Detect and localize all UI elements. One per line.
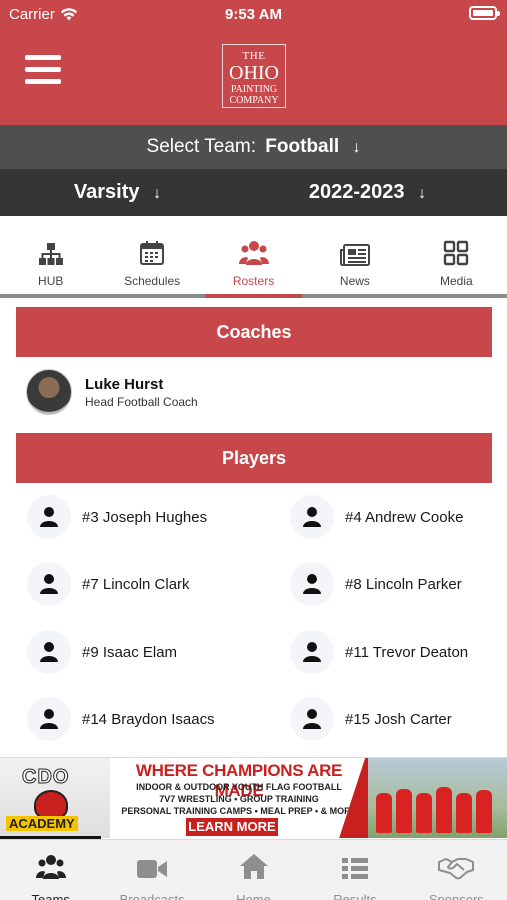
handshake-icon xyxy=(438,858,475,880)
player-item[interactable]: #4 Andrew Cooke xyxy=(290,495,463,539)
person-icon xyxy=(290,495,334,539)
nav-label: Results xyxy=(333,892,377,900)
player-item[interactable]: #9 Isaac Elam xyxy=(27,630,177,674)
tab-label: HUB xyxy=(38,274,64,288)
sponsor-logo[interactable]: THE OHIO PAINTING COMPANY xyxy=(222,44,286,108)
newspaper-icon xyxy=(339,244,370,266)
level-selector-value: Varsity xyxy=(73,181,140,203)
person-icon xyxy=(27,630,71,674)
ad-photo xyxy=(368,758,507,838)
nav-label: Teams xyxy=(31,892,70,900)
person-icon xyxy=(27,495,71,539)
tab-rosters[interactable]: Rosters xyxy=(203,216,304,298)
coach-avatar xyxy=(26,369,72,415)
nav-results[interactable]: Results xyxy=(304,840,405,900)
app-header: Carrier 9:53 AM THE OHIO PAINTING COMPAN… xyxy=(0,0,507,125)
nav-label: Sponsors xyxy=(428,892,484,900)
player-name: #14 Braydon Isaacs xyxy=(82,710,215,728)
player-item[interactable]: #3 Joseph Hughes xyxy=(27,495,207,539)
coach-name: Luke Hurst xyxy=(85,375,164,393)
tab-label: News xyxy=(339,274,370,288)
level-selector[interactable]: Varsity ↓ xyxy=(0,169,235,217)
players-header: Players xyxy=(16,433,492,483)
sponsor-ad-banner[interactable]: CDO ACADEMY WHERE CHAMPIONS ARE MADE IND… xyxy=(0,757,507,838)
player-name: #11 Trevor Deaton xyxy=(345,643,469,661)
calendar-icon xyxy=(140,241,165,265)
ad-brand-sub: ACADEMY xyxy=(6,816,78,831)
team-selector-value: Football xyxy=(265,136,340,157)
player-name: #3 Joseph Hughes xyxy=(82,508,208,526)
player-item[interactable]: #8 Lincoln Parker xyxy=(290,562,462,606)
tab-label: Media xyxy=(439,274,473,288)
home-icon xyxy=(239,854,268,879)
status-bar: Carrier 9:53 AM xyxy=(0,0,507,30)
player-name: #9 Isaac Elam xyxy=(82,643,178,661)
arrow-down-icon: ↓ xyxy=(352,139,361,156)
tab-news[interactable]: News xyxy=(304,216,405,294)
tab-media[interactable]: Media xyxy=(406,216,507,294)
coach-item[interactable]: Luke Hurst Head Football Coach xyxy=(26,367,198,417)
section-tabs: HUB Schedules Rosters News Media xyxy=(0,216,507,298)
season-selector[interactable]: 2022-2023 ↓ xyxy=(250,169,485,217)
ad-logo-art: CDO ACADEMY xyxy=(0,758,110,838)
player-item[interactable]: #11 Trevor Deaton xyxy=(290,630,468,674)
users-icon xyxy=(35,855,66,879)
ad-line: PERSONAL TRAINING CAMPS • MEAL PREP • & … xyxy=(121,806,357,816)
person-icon xyxy=(290,697,334,741)
team-selector-label: Select Team: xyxy=(146,136,257,157)
coaches-header: Coaches xyxy=(16,307,492,357)
ad-line: INDOOR & OUTDOOR YOUTH FLAG FOOTBALL xyxy=(136,782,342,792)
hierarchy-icon xyxy=(38,243,63,265)
video-camera-icon xyxy=(137,860,168,878)
arrow-down-icon: ↓ xyxy=(153,185,162,202)
users-icon xyxy=(238,241,269,265)
tab-schedules[interactable]: Schedules xyxy=(101,216,202,294)
bottom-nav: Teams Broadcasts Home Results Sponsors xyxy=(0,839,507,900)
nav-home[interactable]: Home xyxy=(203,840,304,900)
player-name: #15 Josh Carter xyxy=(345,710,452,728)
list-icon xyxy=(341,858,368,879)
grid-icon xyxy=(444,240,469,266)
ad-brand: CDO xyxy=(21,766,70,789)
tab-label: Rosters xyxy=(232,274,275,288)
player-item[interactable]: #7 Lincoln Clark xyxy=(27,562,190,606)
arrow-down-icon: ↓ xyxy=(418,185,427,202)
player-name: #4 Andrew Cooke xyxy=(345,508,464,526)
nav-teams[interactable]: Teams xyxy=(0,840,101,900)
nav-sponsors[interactable]: Sponsors xyxy=(406,840,507,900)
tab-hub[interactable]: HUB xyxy=(0,216,101,294)
learn-more-button[interactable]: LEARN MORE xyxy=(186,818,278,836)
menu-button[interactable] xyxy=(25,55,61,85)
person-icon xyxy=(290,630,334,674)
player-item[interactable]: #15 Josh Carter xyxy=(290,697,452,741)
ad-line: 7V7 WRESTLING • GROUP TRAINING xyxy=(159,794,319,804)
player-name: #8 Lincoln Parker xyxy=(345,575,462,593)
nav-label: Home xyxy=(236,892,271,900)
person-icon xyxy=(290,562,334,606)
player-item[interactable]: #14 Braydon Isaacs xyxy=(27,697,215,741)
battery-icon xyxy=(469,6,500,20)
player-name: #7 Lincoln Clark xyxy=(82,575,190,593)
person-icon xyxy=(27,697,71,741)
person-icon xyxy=(27,562,71,606)
clock: 9:53 AM xyxy=(225,6,282,23)
nav-label: Broadcasts xyxy=(119,892,185,900)
team-selector[interactable]: Select Team: Football ↓ xyxy=(0,125,507,169)
level-season-bar: Varsity ↓ 2022-2023 ↓ xyxy=(0,169,507,216)
coach-role: Head Football Coach xyxy=(85,394,198,409)
nav-broadcasts[interactable]: Broadcasts xyxy=(101,840,202,900)
season-selector-value: 2022-2023 xyxy=(308,181,405,203)
tab-label: Schedules xyxy=(124,274,181,288)
